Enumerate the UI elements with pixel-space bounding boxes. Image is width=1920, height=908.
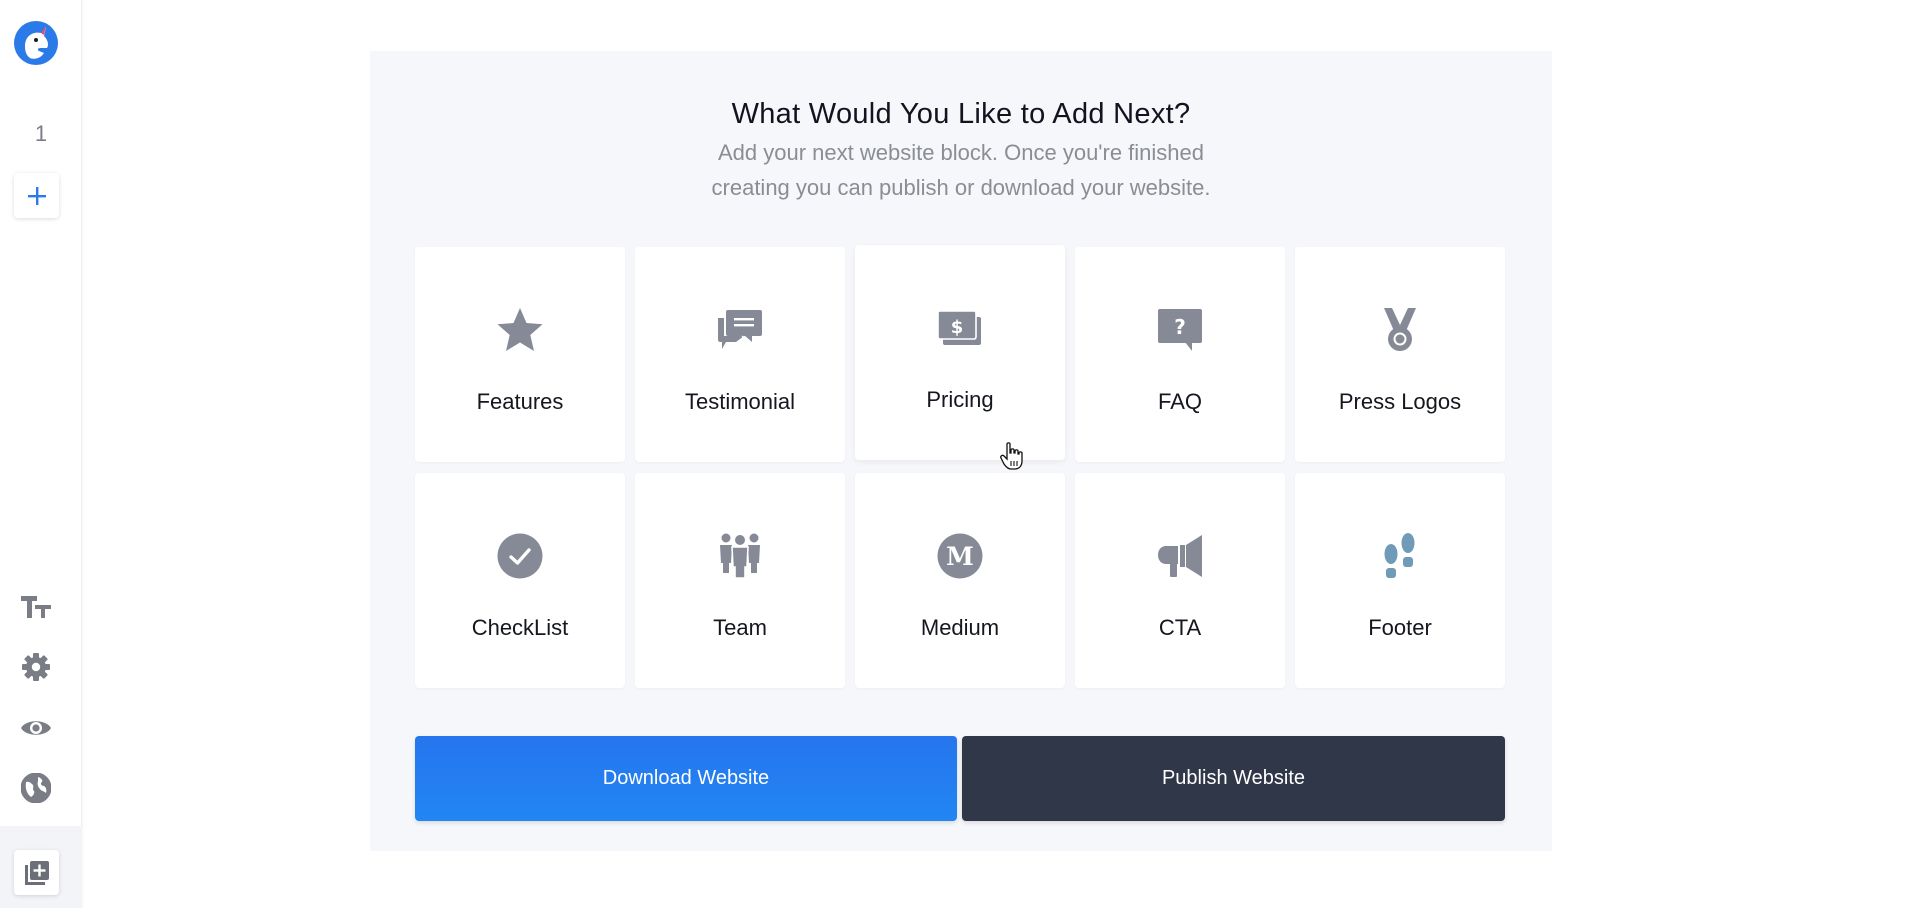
star-icon [497, 308, 543, 351]
block-tile-medium[interactable]: M Medium [855, 473, 1065, 688]
block-tile-faq[interactable]: ? FAQ [1075, 247, 1285, 462]
block-label: Medium [920, 615, 1000, 640]
medal-icon [1384, 308, 1416, 351]
block-label: CheckList [471, 615, 569, 640]
add-copy-button[interactable] [14, 850, 59, 895]
money-icon: $ [937, 310, 981, 345]
add-page-button[interactable] [14, 173, 59, 218]
footprints-icon [1384, 533, 1415, 578]
add-block-panel: What Would You Like to Add Next? Add you… [370, 51, 1552, 851]
gear-icon [22, 653, 50, 681]
svg-text:$: $ [951, 317, 964, 338]
add-copy-icon [24, 860, 49, 885]
panel-title: What Would You Like to Add Next? [731, 98, 1191, 130]
team-icon [720, 533, 760, 579]
question-bubble-icon: ? [1158, 309, 1202, 351]
subtitle-line-1: Add your next website block. Once you're… [717, 140, 1205, 165]
panel-subtitle: Add your next website block. Once you're… [370, 135, 1552, 205]
block-label: Features [476, 389, 564, 414]
plus-icon [27, 186, 46, 205]
unicorn-logo-icon[interactable] [13, 20, 59, 66]
svg-text:?: ? [1174, 315, 1186, 339]
check-circle-icon [497, 533, 543, 579]
block-label: Press Logos [1338, 389, 1462, 414]
block-tile-footer[interactable]: Footer [1295, 473, 1505, 688]
block-label: Team [713, 615, 767, 640]
sidebar-bottom-section [0, 826, 82, 908]
block-tile-testimonial[interactable]: Testimonial [635, 247, 845, 462]
settings-button[interactable] [19, 650, 53, 684]
publish-globe-button[interactable] [19, 771, 53, 805]
block-tile-team[interactable]: Team [635, 473, 845, 688]
block-tile-press-logos[interactable]: Press Logos [1295, 247, 1505, 462]
block-label: Testimonial [684, 389, 796, 414]
sidebar: 1 [0, 0, 82, 908]
text-size-icon [21, 596, 51, 618]
globe-icon [21, 773, 51, 803]
block-label: FAQ [1157, 389, 1202, 414]
preview-button[interactable] [19, 711, 53, 745]
medium-icon: M [937, 533, 983, 579]
block-label: Footer [1368, 615, 1432, 640]
publish-website-button[interactable]: Publish Website [962, 736, 1505, 821]
download-website-button[interactable]: Download Website [415, 736, 957, 821]
block-tile-cta[interactable]: CTA [1075, 473, 1285, 688]
subtitle-line-2: creating you can publish or download you… [711, 175, 1211, 200]
block-tile-checklist[interactable]: CheckList [415, 473, 625, 688]
eye-icon [21, 721, 51, 735]
svg-text:M: M [946, 542, 974, 571]
megaphone-icon [1158, 535, 1202, 577]
block-tile-pricing[interactable]: $ Pricing [855, 245, 1065, 460]
block-tile-features[interactable]: Features [415, 247, 625, 462]
block-label: Pricing [926, 387, 994, 412]
page-number[interactable]: 1 [0, 121, 82, 147]
block-label: CTA [1158, 615, 1202, 640]
typography-button[interactable] [19, 590, 53, 624]
chat-bubbles-icon [718, 310, 762, 349]
